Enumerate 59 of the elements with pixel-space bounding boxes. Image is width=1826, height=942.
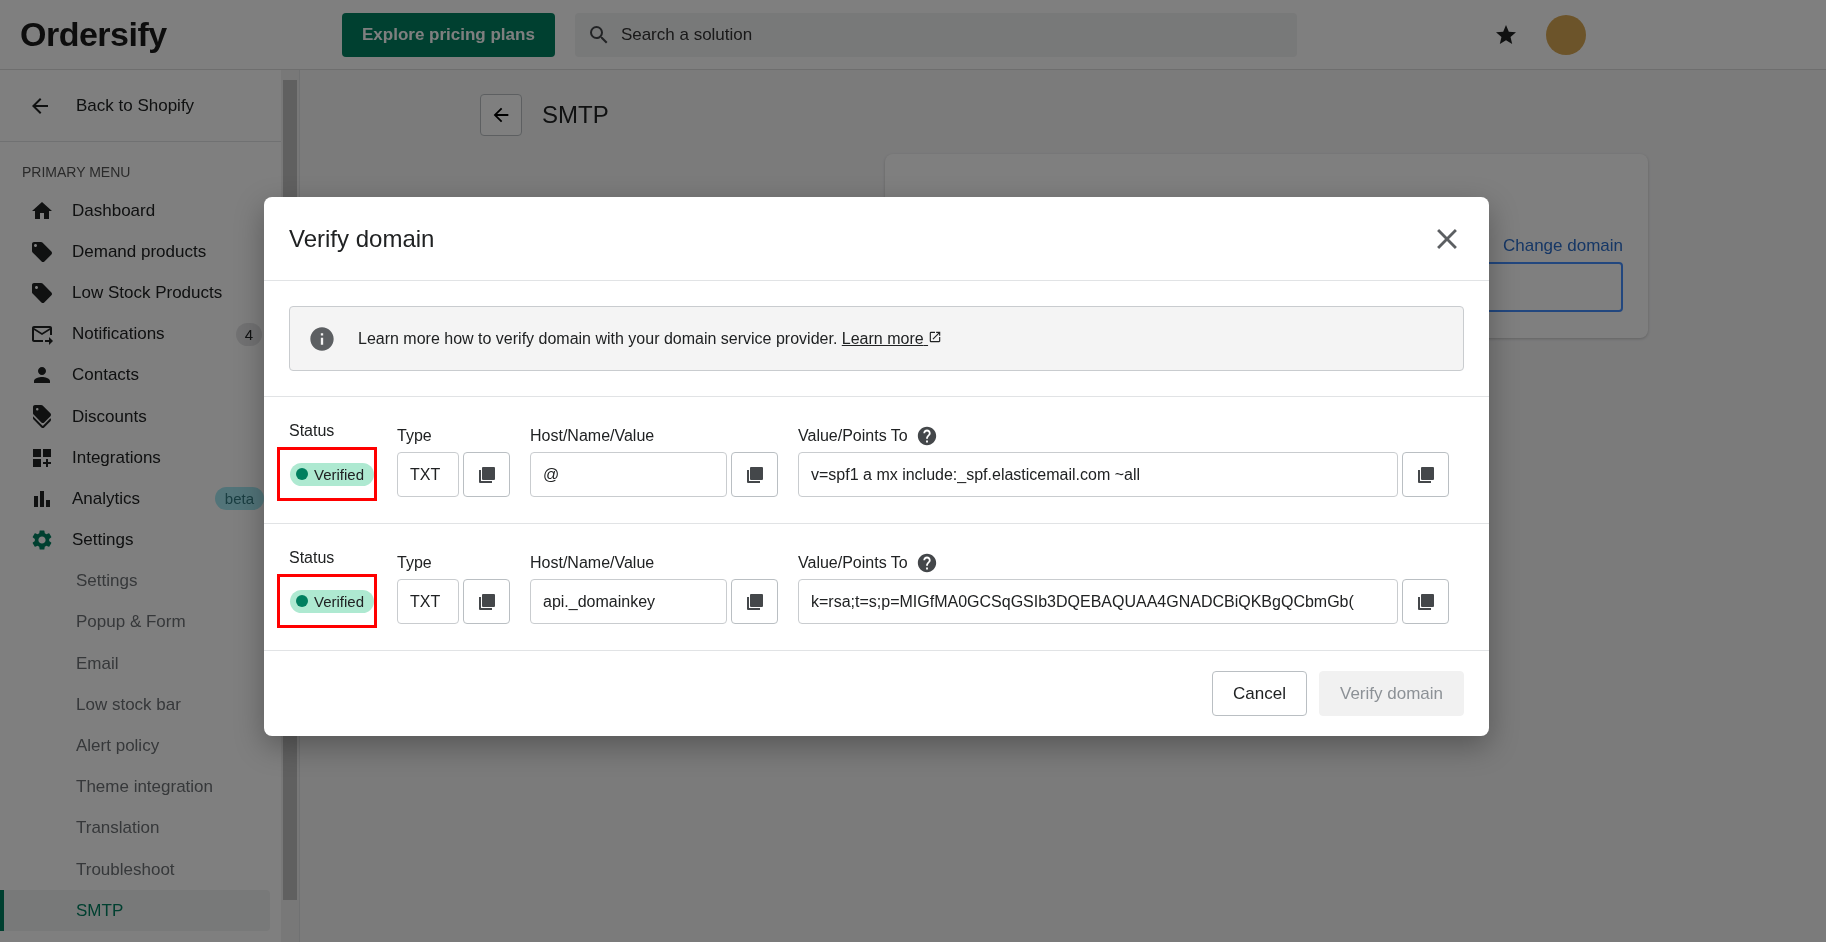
host-field[interactable]: @ xyxy=(530,452,727,497)
copy-icon xyxy=(1415,591,1436,612)
sidebar-item[interactable]: Analytics beta xyxy=(0,478,270,520)
external-link-icon xyxy=(928,329,943,344)
type-field[interactable]: TXT xyxy=(397,579,459,624)
cancel-button[interactable]: Cancel xyxy=(1212,671,1307,716)
copy-icon xyxy=(476,591,497,612)
help-icon[interactable] xyxy=(915,552,938,574)
settings-icon xyxy=(30,528,54,553)
status-badge: Verified xyxy=(290,462,375,486)
value-field[interactable]: k=rsa;t=s;p=MIGfMA0GCSqGSIb3DQEBAQUAA4GNADCBiQKBgQCbmGb( xyxy=(798,579,1398,624)
page-title: SMTP xyxy=(542,101,609,129)
pricing-button[interactable]: Explore pricing plans xyxy=(342,12,555,57)
status-badge: Verified xyxy=(290,589,375,613)
search-field[interactable]: Search a solution xyxy=(574,12,1297,57)
modal-title: Verify domain xyxy=(289,224,435,253)
sidebar-subitem[interactable]: SMTP xyxy=(0,890,270,932)
copy-button[interactable] xyxy=(731,579,778,624)
host-field[interactable]: api._domainkey xyxy=(530,579,727,624)
status-label: Status xyxy=(289,548,336,568)
sidebar-item[interactable]: Notifications 4 xyxy=(0,313,270,355)
count-badge: 4 xyxy=(235,322,262,346)
host-label: Host/Name/Value xyxy=(530,553,656,573)
type-field[interactable]: TXT xyxy=(397,452,459,497)
host-label: Host/Name/Value xyxy=(530,426,656,446)
value-label: Value/Points To xyxy=(798,426,1449,446)
sidebar-item[interactable]: Dashboard xyxy=(0,190,270,232)
logo: Ordersify xyxy=(20,15,168,54)
back-button[interactable] xyxy=(480,94,522,136)
copy-button[interactable] xyxy=(1402,579,1449,624)
copy-icon xyxy=(476,464,497,485)
change-domain-link[interactable]: Change domain xyxy=(1502,236,1623,256)
copy-button[interactable] xyxy=(463,452,510,497)
sidebar-item[interactable]: Contacts xyxy=(0,354,270,396)
info-icon xyxy=(308,324,336,353)
sidebar-item[interactable]: Discounts xyxy=(0,395,270,438)
type-label: Type xyxy=(397,426,433,446)
sidebar-item[interactable]: Settings xyxy=(0,519,270,561)
banner-text: Learn more how to verify domain with your domain service provider. Learn more xyxy=(358,329,943,348)
copy-button[interactable] xyxy=(731,452,778,497)
value-field[interactable]: v=spf1 a mx include:_spf.elasticemail.com ~all xyxy=(798,452,1398,497)
copy-button[interactable] xyxy=(463,579,510,624)
learn-more-link[interactable]: Learn more xyxy=(841,329,943,347)
type-label: Type xyxy=(397,553,433,573)
status-label: Status xyxy=(289,421,336,441)
tag-icon xyxy=(30,239,54,264)
copy-icon xyxy=(744,591,765,612)
sidebar-subitem[interactable]: Translation xyxy=(0,807,270,849)
value-label: Value/Points To xyxy=(798,553,1449,573)
sidebar-item[interactable]: Integrations xyxy=(0,437,270,479)
copy-icon xyxy=(1415,464,1436,485)
sidebar-item[interactable]: Low Stock Products xyxy=(0,272,270,314)
section-heading: PRIMARY MENU xyxy=(21,163,132,182)
help-icon[interactable] xyxy=(915,425,938,447)
beta-tag: beta xyxy=(214,487,264,511)
sidebar-subitem[interactable]: Theme integration xyxy=(0,766,270,808)
copy-button[interactable] xyxy=(1402,452,1449,497)
copy-icon xyxy=(744,464,765,485)
sidebar-item[interactable]: Demand products xyxy=(0,231,270,273)
